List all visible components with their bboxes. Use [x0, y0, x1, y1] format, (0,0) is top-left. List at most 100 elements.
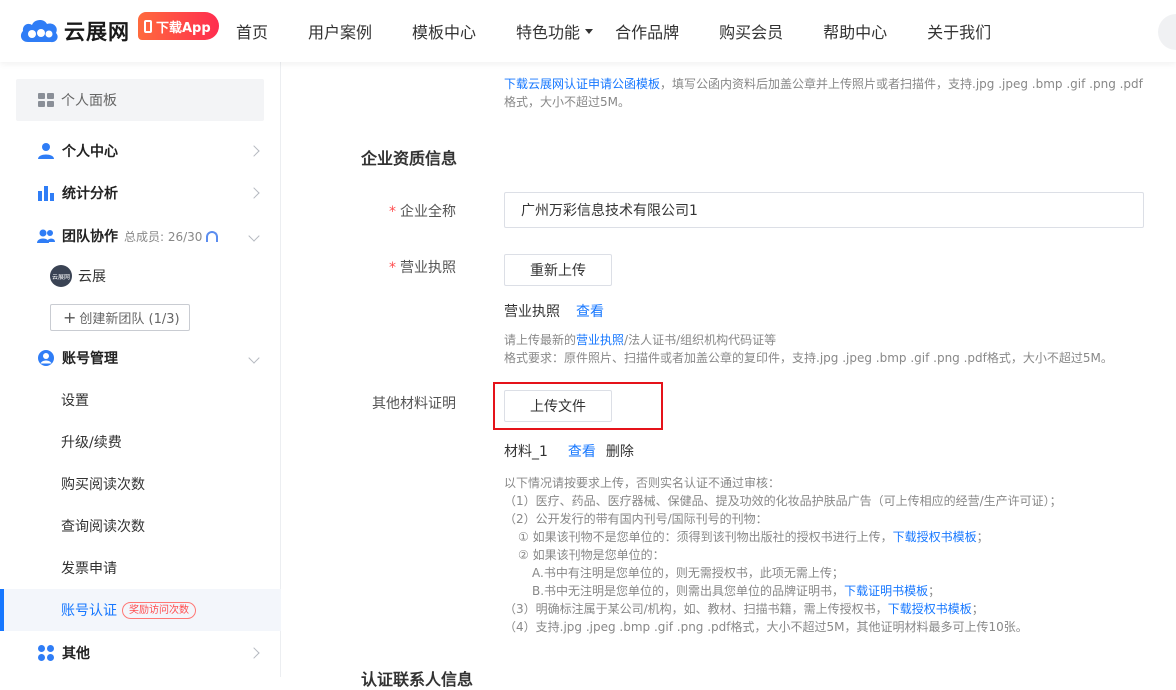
req-intro: 以下情况请按要求上传，否则实名认证不通过审核：: [504, 476, 781, 490]
team-member-count: 总成员: 26/30: [124, 230, 203, 244]
main-content: 下载云展网认证申请公函模板，填写公函内资料后加盖公章并上传照片或者扫描件，支持.…: [282, 62, 1176, 689]
top-header: 云展网 下载App 首页 用户案例 模板中心 特色功能 合作品牌 购买会员 帮助…: [0, 0, 1176, 62]
brand-name: 云展网: [64, 20, 130, 44]
download-app-label: 下载App: [156, 20, 211, 36]
dashboard-icon: [38, 93, 54, 107]
plus-icon: +: [63, 308, 77, 327]
material-file-name: 材料_1: [504, 444, 548, 460]
req-2a-text: ① 如果该刊物不是您单位的：须得到该刊物出版社的授权书进行上传，: [518, 530, 893, 544]
req-2: （2）公开发行的带有国内刊号/国际刊号的刊物：: [504, 512, 768, 526]
required-mark: *: [389, 204, 396, 220]
company-name-input[interactable]: 广州万彩信息技术有限公司1: [504, 192, 1144, 228]
sidebar-item-query-reads[interactable]: 查询阅读次数: [0, 505, 281, 547]
headset-icon[interactable]: [206, 231, 219, 242]
required-mark: *: [389, 260, 396, 276]
download-app-button[interactable]: 下载App: [138, 12, 219, 40]
sidebar-item-other[interactable]: 其他: [0, 633, 281, 673]
other-materials-label: 其他材料证明: [372, 396, 456, 412]
req-4: （4）支持.jpg .jpeg .bmp .gif .png .pdf格式，大小…: [504, 620, 1028, 634]
sidebar-item-statistics[interactable]: 统计分析: [0, 173, 281, 213]
create-team-button[interactable]: + 创建新团队 (1/3): [50, 304, 190, 331]
license-file-row: 营业执照 查看: [504, 301, 604, 321]
material-file-row: 材料_1 查看 删除: [504, 441, 634, 461]
personal-panel-button[interactable]: 个人面板: [16, 79, 264, 121]
sidebar-item-settings[interactable]: 设置: [0, 379, 281, 421]
download-auth-template-link[interactable]: 下载授权书模板: [893, 530, 977, 544]
license-format-text: 格式要求：原件照片、扫描件或者加盖公章的复印件，支持.jpg .jpeg .bm…: [504, 351, 1113, 365]
license-view-link[interactable]: 查看: [576, 304, 604, 320]
chevron-right-icon: [248, 647, 260, 659]
sidebar-label-team: 团队协作 总成员: 26/30: [62, 226, 219, 246]
team-name: 云展: [78, 269, 106, 285]
cloud-logo-icon: [20, 19, 58, 43]
license-label-text: 营业执照: [400, 260, 456, 276]
req-2b: ② 如果该刊物是您单位的：: [518, 548, 665, 562]
nav-templates[interactable]: 模板中心: [412, 19, 476, 43]
license-label: * 营业执照: [316, 257, 456, 277]
nav-help[interactable]: 帮助中心: [823, 19, 887, 43]
sidebar-item-personal-center[interactable]: 个人中心: [0, 131, 281, 171]
user-icon: [38, 143, 54, 159]
sidebar-item-verification[interactable]: 账号认证 奖励访问次数: [0, 589, 281, 631]
nav-features-label: 特色功能: [516, 23, 581, 42]
req-2b-a: A.书中有注明是您单位的，则无需授权书，此项无需上传；: [532, 566, 844, 580]
apps-icon: [38, 645, 54, 661]
nav-home[interactable]: 首页: [236, 19, 268, 43]
download-proof-template-link[interactable]: 下载证明书模板: [844, 584, 928, 598]
req-1: （1）医疗、药品、医疗器械、保健品、提及功效的化妆品护肤品广告（可上传相应的经营…: [504, 494, 1062, 508]
material-view-link[interactable]: 查看: [568, 444, 596, 460]
personal-panel-label: 个人面板: [61, 93, 117, 109]
sidebar-item-invoice[interactable]: 发票申请: [0, 547, 281, 589]
sidebar-label-other: 其他: [62, 646, 90, 662]
account-icon: [38, 350, 54, 366]
nav-cases[interactable]: 用户案例: [308, 19, 372, 43]
upload-file-button[interactable]: 上传文件: [504, 390, 612, 422]
sidebar-label-verification: 账号认证: [61, 603, 117, 619]
sidebar: 个人面板 个人中心 统计分析 团队协作 总成员: 26/30 云展网 云展 + 创…: [0, 62, 281, 677]
license-file-name: 营业执照: [504, 304, 560, 320]
req-2b-b: B.书中无注明是您单位的，则需出具您单位的品牌证明书，下载证明书模板；: [532, 584, 941, 598]
user-avatar[interactable]: [1158, 14, 1176, 50]
chevron-right-icon: [248, 187, 260, 199]
reward-badge: 奖励访问次数: [122, 601, 196, 619]
sidebar-item-team[interactable]: 团队协作 总成员: 26/30: [0, 216, 281, 256]
nav-partners[interactable]: 合作品牌: [615, 19, 679, 43]
nav-membership[interactable]: 购买会员: [719, 19, 783, 43]
material-delete-link[interactable]: 删除: [606, 444, 634, 460]
team-icon: [37, 229, 55, 243]
license-hint-prefix: 请上传最新的: [504, 333, 577, 347]
license-hint-link[interactable]: 营业执照: [576, 333, 624, 347]
section-title-contact: 认证联系人信息: [361, 670, 474, 689]
req-2b-b-text: B.书中无注明是您单位的，则需出具您单位的品牌证明书，: [532, 584, 845, 598]
reupload-button[interactable]: 重新上传: [504, 254, 612, 286]
download-letter-template-link[interactable]: 下载云展网认证申请公函模板: [504, 77, 660, 91]
license-hint-suffix: /法人证书/组织机构代码证等: [624, 333, 777, 347]
sidebar-label-account: 账号管理: [62, 351, 118, 367]
phone-icon: [144, 19, 152, 33]
chevron-down-icon: [248, 230, 260, 242]
company-name-label-text: 企业全称: [400, 204, 456, 220]
nav-about[interactable]: 关于我们: [927, 19, 991, 43]
bar-chart-icon: [38, 186, 54, 201]
req-3: （3）明确标注属于某公司/机构，如、教材、扫描书籍，需上传授权书，下载授权书模板…: [504, 602, 984, 616]
create-team-label: 创建新团队 (1/3): [79, 312, 180, 327]
caret-down-icon: [585, 28, 594, 34]
license-hint: 请上传最新的营业执照/法人证书/组织机构代码证等 格式要求：原件照片、扫描件或者…: [504, 331, 1113, 367]
team-title: 团队协作: [62, 229, 118, 245]
chevron-down-icon: [248, 352, 260, 364]
sidebar-label-personal-center: 个人中心: [62, 144, 118, 160]
requirements-list: 以下情况请按要求上传，否则实名认证不通过审核： （1）医疗、药品、医疗器械、保健…: [504, 474, 1062, 636]
team-entry[interactable]: 云展网 云展: [50, 265, 106, 287]
nav-features[interactable]: 特色功能: [516, 19, 594, 43]
sidebar-item-buy-reads[interactable]: 购买阅读次数: [0, 463, 281, 505]
req-3-text: （3）明确标注属于某公司/机构，如、教材、扫描书籍，需上传授权书，: [504, 602, 888, 616]
sidebar-item-upgrade[interactable]: 升级/续费: [0, 421, 281, 463]
team-avatar: 云展网: [50, 265, 72, 287]
req-2a: ① 如果该刊物不是您单位的：须得到该刊物出版社的授权书进行上传，下载授权书模板；: [518, 530, 989, 544]
sidebar-item-account[interactable]: 账号管理: [0, 338, 281, 378]
sidebar-label-statistics: 统计分析: [62, 186, 118, 202]
company-name-label: * 企业全称: [316, 201, 456, 221]
brand-logo[interactable]: 云展网: [18, 14, 130, 48]
top-tip: 下载云展网认证申请公函模板，填写公函内资料后加盖公章并上传照片或者扫描件，支持.…: [504, 75, 1144, 111]
download-auth-template-link-2[interactable]: 下载授权书模板: [888, 602, 972, 616]
